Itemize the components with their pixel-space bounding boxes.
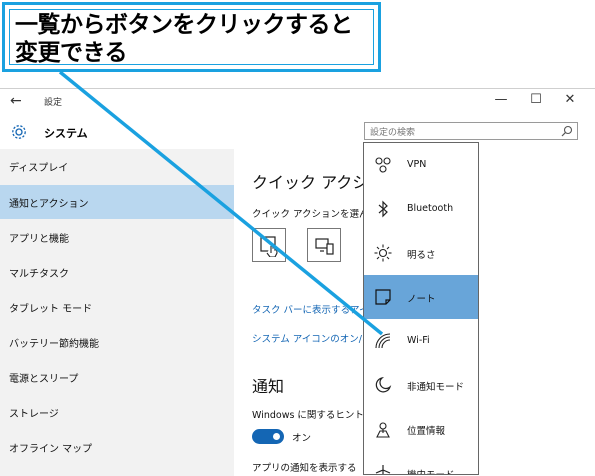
back-arrow-icon[interactable]: ← <box>10 93 22 109</box>
sidebar: ディスプレイ 通知とアクション アプリと機能 マルチタスク タブレット モード … <box>0 149 234 476</box>
sidebar-item-offline-maps[interactable]: オフライン マップ <box>0 430 234 464</box>
quick-action-note-button[interactable] <box>252 228 286 262</box>
brightness-icon <box>374 244 392 262</box>
sidebar-item-tablet-mode[interactable]: タブレット モード <box>0 290 234 324</box>
sidebar-item-label: 電源とスリープ <box>9 374 79 385</box>
system-icons-link[interactable]: システム アイコンのオン/オ <box>252 331 371 345</box>
page-title: システム <box>44 127 88 140</box>
sidebar-item-label: マルチタスク <box>9 269 69 280</box>
toggle-knob <box>273 433 280 440</box>
vpn-icon <box>375 157 391 173</box>
taskbar-icons-link[interactable]: タスク バーに表示するアイ <box>252 302 369 316</box>
search-placeholder: 設定の検索 <box>370 128 416 138</box>
page-header: システム 設定の検索 <box>0 119 595 147</box>
connect-icon <box>315 238 334 255</box>
bluetooth-icon <box>378 200 388 218</box>
close-button[interactable]: ✕ <box>559 92 581 107</box>
dropdown-item-note[interactable]: ノート <box>364 275 478 319</box>
sidebar-item-label: タブレット モード <box>9 304 93 315</box>
sidebar-item-label: ディスプレイ <box>9 163 69 174</box>
dropdown-item-label: 明るさ <box>407 250 436 261</box>
sidebar-item-label: ストレージ <box>9 409 59 420</box>
airplane-icon <box>375 465 391 474</box>
dropdown-item-quiet-hours[interactable]: 非通知モード <box>364 363 478 407</box>
dropdown-item-location[interactable]: 位置情報 <box>364 407 478 451</box>
sidebar-item-display[interactable]: ディスプレイ <box>0 149 234 183</box>
instruction-callout: 一覧からボタンをクリックすると 変更できる <box>2 2 381 72</box>
dropdown-item-brightness[interactable]: 明るさ <box>364 231 478 275</box>
title-bar: ← 設定 — ☐ ✕ <box>0 89 595 115</box>
quick-action-connect-button[interactable] <box>307 228 341 262</box>
dropdown-item-airplane-mode[interactable]: 機内モード <box>364 451 478 474</box>
dropdown-item-wifi[interactable]: Wi-Fi <box>364 319 478 363</box>
search-icon <box>561 125 573 137</box>
callout-line-1: 一覧からボタンをクリックすると <box>15 12 353 38</box>
sidebar-item-storage[interactable]: ストレージ <box>0 395 234 429</box>
app-notifications-text: アプリの通知を表示する <box>252 463 357 474</box>
dropdown-item-label: Wi-Fi <box>407 335 430 346</box>
toggle-state-label: オン <box>292 433 312 444</box>
gear-icon <box>12 125 26 139</box>
settings-window: ← 設定 — ☐ ✕ システム 設定の検索 ディスプレイ 通知とアクション アプ… <box>0 88 595 476</box>
dropdown-item-label: 位置情報 <box>407 426 446 437</box>
quiet-hours-icon <box>375 376 392 393</box>
search-input[interactable]: 設定の検索 <box>364 122 578 140</box>
sidebar-item-label: 通知とアクション <box>9 199 89 210</box>
note-icon <box>375 289 391 305</box>
sidebar-item-apps[interactable]: アプリと機能 <box>0 220 234 254</box>
sidebar-item-label: オフライン マップ <box>9 444 93 455</box>
window-title: 設定 <box>44 98 63 108</box>
windows-tips-toggle[interactable] <box>252 429 284 444</box>
callout-line-2: 変更できる <box>15 40 128 66</box>
quick-action-dropdown: VPN Bluetooth 明るさ ノート Wi-Fi 非通知モード 位置情報 <box>363 142 479 475</box>
dropdown-item-vpn[interactable]: VPN <box>364 143 478 187</box>
sidebar-item-power-sleep[interactable]: 電源とスリープ <box>0 360 234 394</box>
dropdown-item-label: 機内モード <box>407 467 455 474</box>
sidebar-item-multitasking[interactable]: マルチタスク <box>0 255 234 289</box>
sidebar-item-notifications[interactable]: 通知とアクション <box>0 185 234 219</box>
sidebar-item-label: アプリと機能 <box>9 234 69 245</box>
dropdown-item-label: Bluetooth <box>407 203 454 214</box>
location-icon <box>376 422 390 438</box>
minimize-button[interactable]: — <box>490 92 512 107</box>
sidebar-item-battery-saver[interactable]: バッテリー節約機能 <box>0 325 234 359</box>
sidebar-item-label: バッテリー節約機能 <box>9 339 99 350</box>
wifi-icon <box>375 333 391 349</box>
windows-tips-text: Windows に関するヒント <box>252 410 364 421</box>
maximize-button[interactable]: ☐ <box>525 92 547 107</box>
dropdown-item-bluetooth[interactable]: Bluetooth <box>364 187 478 231</box>
dropdown-item-label: ノート <box>407 294 436 305</box>
notifications-heading: 通知 <box>252 377 285 396</box>
dropdown-item-label: VPN <box>407 159 427 170</box>
dropdown-item-label: 非通知モード <box>407 382 465 393</box>
note-icon <box>260 236 278 257</box>
quick-actions-description: クイック アクションを選んで <box>252 209 378 220</box>
